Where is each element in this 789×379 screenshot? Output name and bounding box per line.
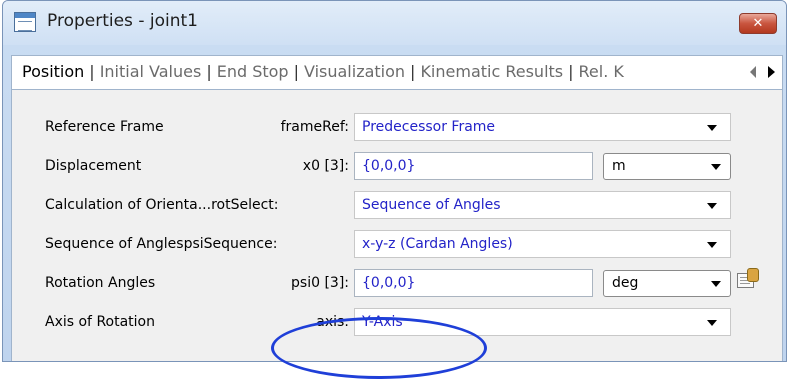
highlight-ellipse-annotation <box>271 317 487 379</box>
chevron-down-icon[interactable] <box>707 320 717 326</box>
input-value: {0,0,0} <box>362 158 416 174</box>
row-label: Reference Frame <box>45 119 164 135</box>
row-prop-name: psi0 [3]: <box>291 275 349 291</box>
unit-value: deg <box>612 275 639 291</box>
row-label: Calculation of Orienta...rotSelect: <box>45 197 279 213</box>
tab-kinematic-results[interactable]: Kinematic Results <box>415 56 568 88</box>
row-reference-frame: Reference Frame frameRef: Predecessor Fr… <box>12 110 782 144</box>
row-displacement: Displacement x0 [3]: {0,0,0} m <box>12 149 782 183</box>
row-label: Axis of Rotation <box>45 314 155 330</box>
row-label: Sequence of AnglespsiSequence: <box>45 236 278 252</box>
arrow-left-icon[interactable] <box>750 66 756 78</box>
displacement-input[interactable]: {0,0,0} <box>354 152 593 180</box>
title-bar[interactable]: Properties - joint1 ✕ <box>3 1 786 45</box>
rot-select-select[interactable]: Sequence of Angles <box>354 191 731 219</box>
psi-sequence-select[interactable]: x-y-z (Cardan Angles) <box>354 230 731 258</box>
window-title: Properties - joint1 <box>47 11 198 31</box>
close-icon: ✕ <box>752 16 764 31</box>
tab-position[interactable]: Position <box>12 56 89 88</box>
properties-window-icon <box>14 12 36 32</box>
arrow-right-icon[interactable] <box>768 66 775 78</box>
rotation-angles-input[interactable]: {0,0,0} <box>354 269 593 297</box>
tab-rel-k[interactable]: Rel. K <box>574 56 629 88</box>
row-rotation-angles: Rotation Angles psi0 [3]: {0,0,0} deg <box>12 266 782 300</box>
chevron-down-icon[interactable] <box>707 242 717 248</box>
tab-initial-values[interactable]: Initial Values <box>95 56 207 88</box>
row-prop-name: frameRef: <box>280 119 349 135</box>
row-label: Displacement <box>45 158 142 174</box>
select-value: Predecessor Frame <box>362 119 496 135</box>
select-value: Sequence of Angles <box>362 197 501 213</box>
displacement-unit-select[interactable]: m <box>603 153 731 180</box>
hand-shape <box>747 268 759 282</box>
properties-window: Properties - joint1 ✕ Position | Initial V… <box>2 0 787 362</box>
select-value: x-y-z (Cardan Angles) <box>362 236 513 252</box>
row-calculation-of-orientation: Calculation of Orienta...rotSelect: Sequ… <box>12 188 782 222</box>
close-button[interactable]: ✕ <box>739 13 777 34</box>
input-value: {0,0,0} <box>362 275 416 291</box>
chevron-down-icon[interactable] <box>707 203 717 209</box>
chevron-down-icon[interactable] <box>711 164 721 170</box>
rotation-unit-select[interactable]: deg <box>603 270 731 297</box>
row-prop-name: x0 [3]: <box>302 158 349 174</box>
tab-end-stop[interactable]: End Stop <box>212 56 294 88</box>
chevron-down-icon[interactable] <box>707 125 717 131</box>
tab-scroll-buttons <box>742 56 782 88</box>
reference-frame-select[interactable]: Predecessor Frame <box>354 113 731 141</box>
edit-parameter-icon[interactable] <box>736 268 759 290</box>
tab-visualization[interactable]: Visualization <box>299 56 410 88</box>
chevron-down-icon[interactable] <box>711 281 721 287</box>
row-label: Rotation Angles <box>45 275 156 291</box>
unit-value: m <box>612 158 626 174</box>
row-sequence-of-angles: Sequence of AnglespsiSequence: x-y-z (Ca… <box>12 227 782 261</box>
tab-strip: Position | Initial Values | End Stop | Visuali… <box>11 55 783 89</box>
